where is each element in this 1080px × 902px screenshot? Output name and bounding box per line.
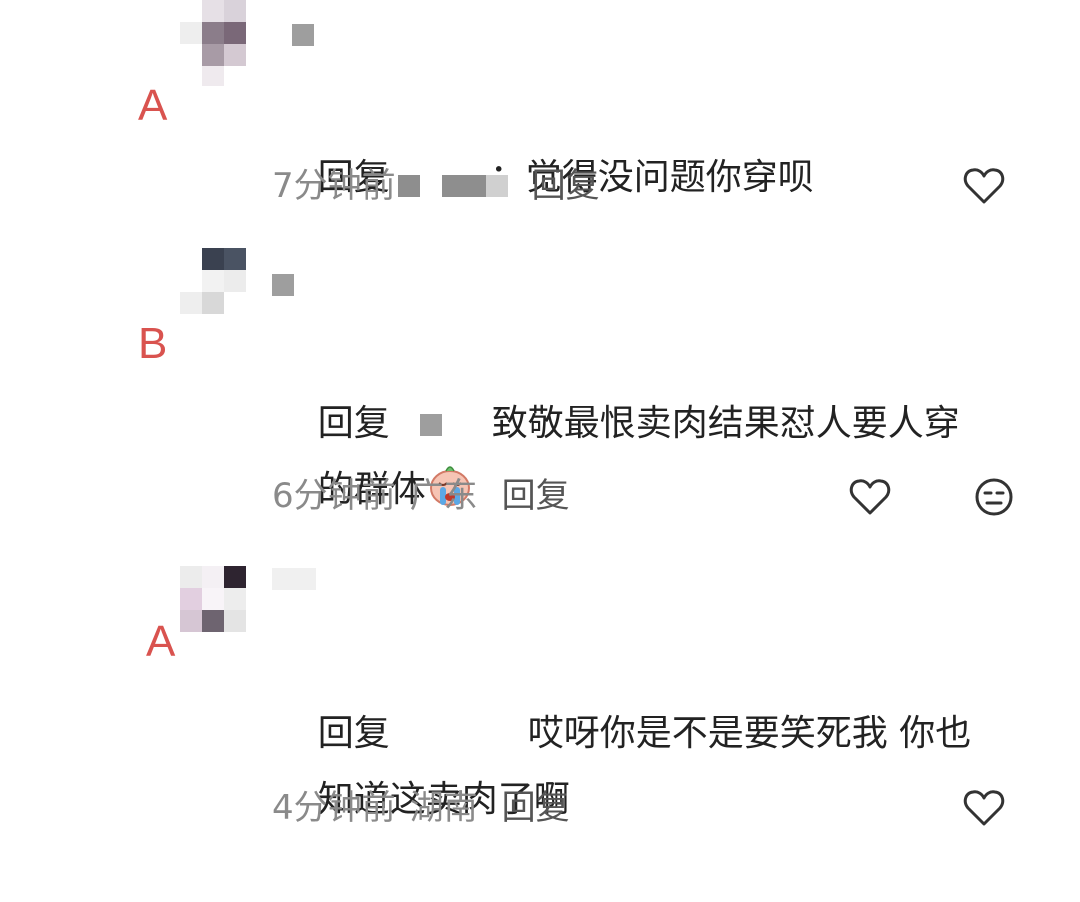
comment-item: A 回复 哎呀你是不是要笑死我 你也 知道这卖肉了啊 4分钟前 湖南 回复 [0, 556, 1080, 852]
reply-button[interactable]: 回复 [502, 788, 570, 828]
neutral-face-icon[interactable] [974, 477, 1014, 517]
annotation-marker: A [138, 81, 168, 130]
comment-meta: 6分钟前 广东 回复 [272, 476, 570, 516]
location: 湖南 [409, 788, 478, 828]
location-redacted [397, 175, 508, 197]
annotation-marker: B [138, 319, 168, 368]
location: 广东 [409, 476, 478, 516]
username-redacted[interactable] [272, 568, 316, 590]
avatar[interactable] [180, 566, 248, 634]
comment-meta: 4分钟前 湖南 回复 [272, 788, 570, 828]
comment-item: A 回复 ：觉得没问题你穿呗 7分钟前 回复 [0, 0, 1080, 230]
timestamp: 4分钟前 [272, 788, 396, 828]
annotation-marker: A [146, 617, 176, 666]
timestamp: 6分钟前 [272, 476, 396, 516]
comment-item: B 回复 致敬最恨卖肉结果怼人要人穿 的群体 6分钟前 广东 回复 [0, 240, 1080, 540]
timestamp: 7分钟前 [272, 166, 396, 206]
comment-meta: 7分钟前 回复 [272, 166, 600, 206]
heart-outline-icon[interactable] [849, 478, 891, 516]
reply-button[interactable]: 回复 [502, 476, 570, 516]
avatar[interactable] [180, 248, 248, 316]
heart-outline-icon[interactable] [963, 167, 1005, 205]
reply-button[interactable]: 回复 [532, 166, 600, 206]
heart-outline-icon[interactable] [963, 789, 1005, 827]
username-redacted[interactable] [272, 274, 294, 296]
avatar[interactable] [180, 0, 248, 86]
username-redacted[interactable] [292, 24, 314, 46]
